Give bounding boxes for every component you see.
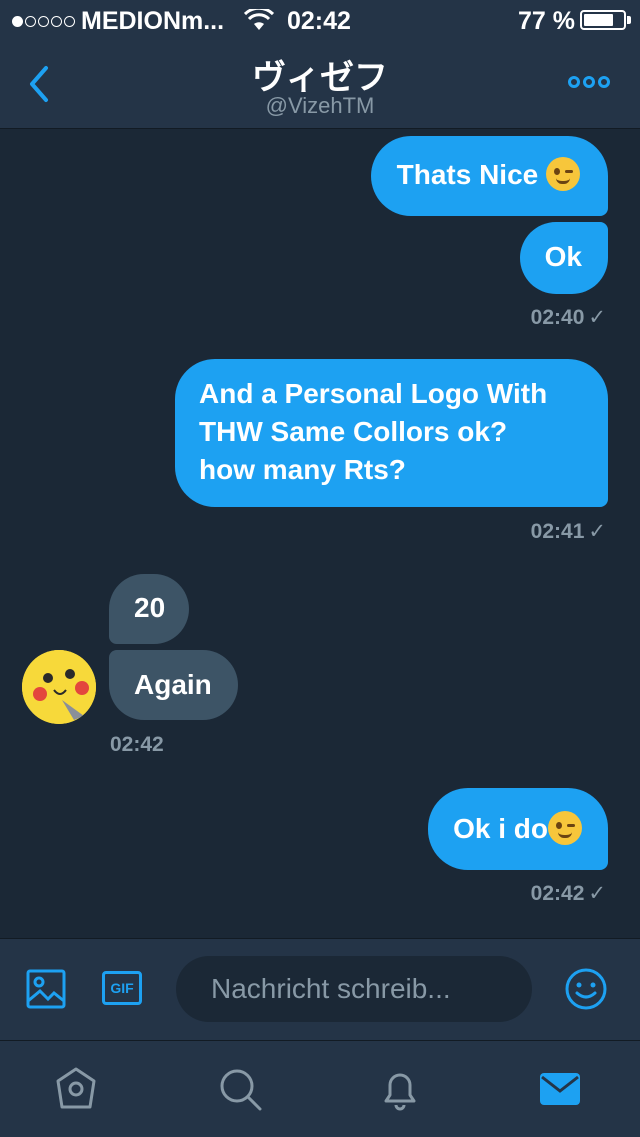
battery-tip (627, 16, 631, 24)
outgoing-message[interactable]: And a Personal Logo With THW Same Collor… (175, 359, 608, 507)
message-text-line: And a Personal Logo With (199, 378, 548, 409)
signal-strength-icon (12, 16, 75, 27)
carrier-group: MEDIONm... (12, 7, 224, 36)
pikachu-avatar-icon (22, 650, 96, 724)
avatar[interactable] (22, 650, 96, 724)
winking-face-icon (548, 810, 582, 845)
read-check-icon: ✓ (588, 520, 606, 543)
message-composer: GIF (0, 938, 640, 1041)
message-timestamp: 02:40 ✓ (530, 306, 606, 329)
notifications-icon[interactable] (376, 1065, 424, 1113)
status-bar: MEDIONm... 02:42 77 % (0, 0, 640, 40)
gif-icon[interactable]: GIF (102, 971, 142, 1005)
home-icon[interactable] (52, 1065, 100, 1113)
conversation-header: ヴィゼフ @VizehTM (0, 40, 640, 129)
conversation-title: ヴィゼフ (252, 59, 388, 97)
read-check-icon: ✓ (588, 306, 606, 329)
winking-face-icon (546, 156, 580, 191)
outgoing-message[interactable]: Ok (519, 222, 608, 294)
outgoing-message[interactable]: Ok i do (428, 788, 608, 870)
status-time: 02:42 (287, 7, 351, 35)
carrier-name: MEDIONm... (81, 7, 225, 35)
message-text: Thats Nice (396, 159, 539, 190)
message-timestamp: 02:42 ✓ (530, 882, 606, 905)
message-text: Again (134, 669, 212, 700)
message-text: Ok i do (453, 813, 548, 844)
message-timestamp: 02:41 ✓ (530, 520, 606, 543)
battery-icon (580, 10, 626, 30)
message-text: Ok (544, 241, 582, 272)
incoming-message[interactable]: Again (109, 650, 238, 720)
tab-bar (0, 1040, 640, 1137)
image-icon[interactable] (26, 969, 66, 1009)
message-text-line: THW Same Collors ok? (199, 416, 508, 447)
battery-percentage: 77 % (518, 7, 575, 35)
messages-icon[interactable] (536, 1065, 584, 1113)
more-options-icon[interactable] (568, 76, 616, 96)
outgoing-message[interactable]: Thats Nice (370, 136, 608, 216)
message-text-line: how many Rts? (199, 454, 406, 485)
message-input[interactable] (176, 956, 532, 1022)
search-icon[interactable] (216, 1065, 264, 1113)
read-check-icon: ✓ (588, 882, 606, 905)
message-text: 20 (134, 592, 166, 623)
emoji-icon[interactable] (564, 967, 608, 1011)
incoming-message[interactable]: 20 (109, 574, 190, 644)
message-timestamp: 02:42 (110, 733, 164, 756)
conversation-handle: @VizehTM (265, 93, 375, 118)
wifi-icon (244, 9, 274, 30)
